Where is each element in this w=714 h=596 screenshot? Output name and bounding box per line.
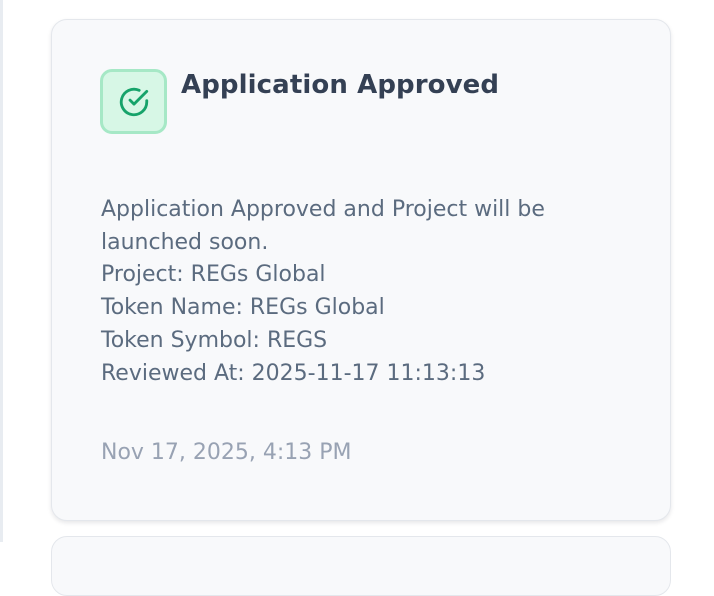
message-line: Project: REGs Global bbox=[101, 262, 326, 288]
message-line: Reviewed At: 2025-11-17 11:13:13 bbox=[101, 360, 486, 386]
check-circle-icon bbox=[119, 87, 148, 116]
message-line: Token Name: REGs Global bbox=[101, 295, 385, 321]
notification-title: Application Approved bbox=[181, 70, 500, 100]
notification-card[interactable]: Application Approved Application Approve… bbox=[51, 19, 671, 521]
notification-message: Application Approved and Project will be… bbox=[101, 194, 621, 390]
message-line: Application Approved and Project will be bbox=[101, 197, 545, 222]
page-left-border bbox=[0, 0, 3, 542]
next-notification-card[interactable] bbox=[51, 536, 671, 596]
message-line: Token Symbol: REGS bbox=[101, 327, 328, 353]
notification-timestamp: Nov 17, 2025, 4:13 PM bbox=[101, 440, 352, 465]
message-line: launched soon. bbox=[101, 229, 269, 255]
status-icon-badge bbox=[100, 69, 167, 134]
